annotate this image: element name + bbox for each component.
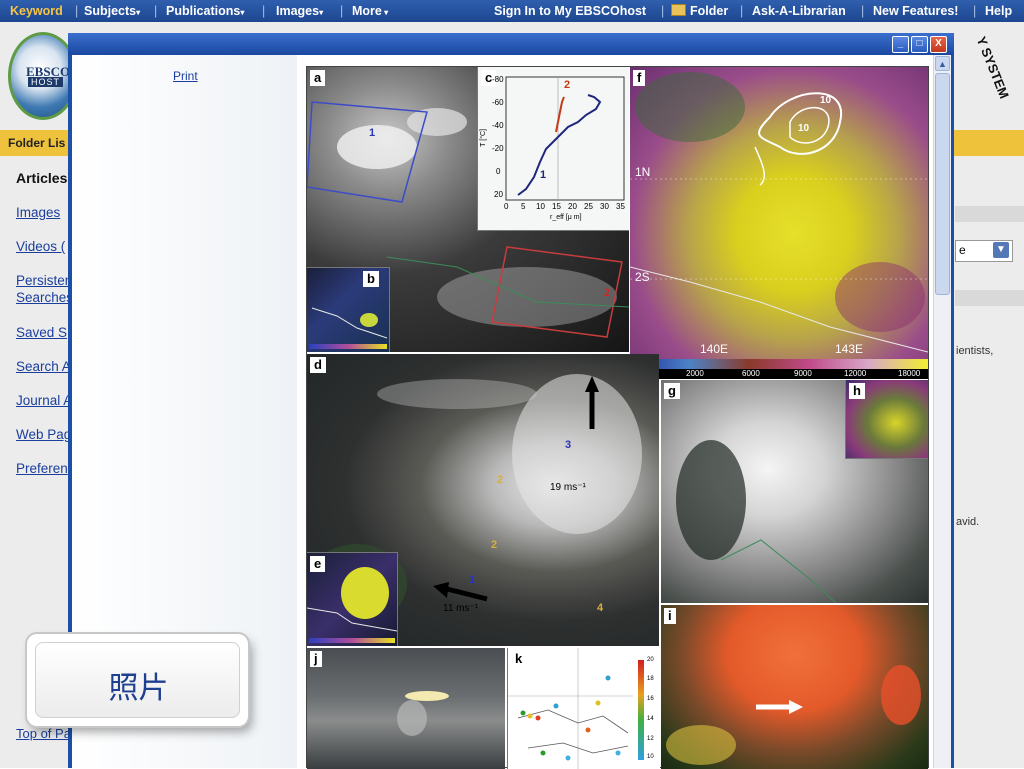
folder-icon (671, 4, 686, 16)
logo-sub: HOST (28, 77, 64, 87)
photo-label: 照片 (108, 671, 169, 706)
scroll-up-button[interactable]: ▲ (935, 56, 950, 71)
panel-k-plot (508, 648, 644, 769)
panel-d-speed: 19 ms⁻¹ (550, 482, 586, 493)
panel-f-lat-label: 2S (635, 270, 650, 284)
nav-more[interactable]: More ▾ (352, 4, 388, 18)
scrollbar-thumb[interactable] (935, 73, 950, 295)
panel-a-number: 1 (369, 127, 376, 139)
side-link-videos[interactable]: Videos ( (16, 239, 65, 254)
minimize-button[interactable]: _ (892, 36, 909, 53)
panel-f-lon-label: 143E (835, 342, 864, 356)
panel-f-contour-label: 10 (820, 95, 832, 106)
side-link-journal[interactable]: Journal A (16, 393, 72, 408)
photo-label-box: 照片 (27, 634, 248, 726)
nav-keyword[interactable]: Keyword (10, 4, 63, 18)
panel-f-colorbar-ticks: 0 2000 6000 9000 12000 18000 (630, 369, 928, 379)
panel-c: c -80 -60 -40 -20 0 20 0 5 10 15 20 25 3… (477, 67, 629, 231)
panel-label-d: d (310, 357, 326, 373)
nav-subjects[interactable]: Subjects▾ (84, 4, 140, 18)
panel-c-curve-label: 2 (564, 79, 571, 91)
nav-ask-a-librarian[interactable]: Ask-A-Librarian (752, 4, 846, 18)
side-link-persistent[interactable]: Persisten (16, 273, 72, 288)
side-link-images[interactable]: Images (16, 205, 60, 220)
side-link-saved[interactable]: Saved S (16, 325, 67, 340)
panel-f-overlay (630, 72, 928, 369)
panel-d-number: 2 (497, 474, 504, 486)
panel-f-contour-label: 10 (798, 123, 810, 134)
panel-b: b (307, 267, 390, 352)
panel-f-lat-label: 1N (635, 165, 651, 179)
side-link-searches[interactable]: Searches (16, 290, 73, 305)
nav-new-features[interactable]: New Features! (873, 4, 958, 18)
popup-scrollbar[interactable]: ▲ (933, 55, 951, 768)
panel-d-number: 1 (469, 574, 476, 586)
panel-i-overlay (666, 665, 921, 765)
panel-k: k 20 18 16 14 12 10 (507, 648, 660, 769)
maximize-button[interactable]: □ (911, 36, 928, 53)
popup-titlebar[interactable]: _ □ X (68, 33, 954, 55)
panel-label-k: k (511, 651, 527, 667)
panel-d-number: 4 (597, 602, 604, 614)
side-link-web-pages[interactable]: Web Pag (16, 427, 71, 442)
chevron-down-icon[interactable]: ▼ (993, 242, 1009, 258)
articles-heading: Articles (16, 170, 68, 186)
panel-a-number: 2 (604, 287, 611, 299)
top-nav: Keyword | Subjects▾ | Publications▾ | Im… (0, 0, 1024, 22)
panel-label-b: b (363, 271, 379, 287)
panel-label-e: e (310, 556, 326, 572)
panel-c-ylabel: T [°C] (480, 129, 487, 147)
panel-label-j: j (310, 651, 322, 667)
right-bar (955, 290, 1024, 306)
panel-d-number: 2 (491, 539, 498, 551)
close-button[interactable]: X (930, 36, 947, 53)
right-text: ientists, (956, 345, 994, 357)
panel-label-h: h (849, 383, 865, 399)
nav-folder[interactable]: Folder (671, 4, 728, 18)
top-of-page-link[interactable]: Top of Pa (16, 726, 71, 741)
panel-c-curve-label: 1 (540, 169, 547, 181)
nav-help[interactable]: Help (985, 4, 1012, 18)
panel-f-lon-label: 140E (700, 342, 729, 356)
panel-label-f: f (633, 70, 646, 86)
nav-images[interactable]: Images▾ (276, 4, 323, 18)
side-link-search-alerts[interactable]: Search A (16, 359, 71, 374)
folder-list-label[interactable]: Folder Lis (8, 136, 65, 150)
panel-j-overlay (397, 691, 449, 736)
panel-d: d 19 ms⁻¹ 11 ms⁻¹ 1 2 2 3 4 e (307, 354, 659, 646)
photo-label-inner: 照片 (35, 642, 240, 718)
panel-h: h (845, 380, 928, 459)
panel-d-number: 3 (565, 439, 572, 451)
panel-j: j (307, 648, 505, 769)
panel-label-g: g (664, 383, 680, 399)
panel-a: a 1 2 c -80 -60 -40 -20 0 20 0 5 10 15 2… (307, 67, 629, 352)
panel-f: f 10 10 1N 2S 140E 143E (630, 67, 928, 369)
right-text: avid. (956, 516, 980, 528)
panel-label-i: i (664, 608, 676, 624)
composite-figure: a 1 2 c -80 -60 -40 -20 0 20 0 5 10 15 2… (306, 66, 929, 769)
panel-c-xlabel: r_eff [μ m] (550, 214, 582, 221)
right-bar (955, 206, 1024, 222)
panel-e: e (307, 552, 398, 646)
panel-i: i (661, 605, 928, 769)
nav-publications[interactable]: Publications▾ (166, 4, 244, 18)
panel-label-a: a (310, 70, 326, 86)
panel-d-speed: 11 ms⁻¹ (443, 603, 479, 614)
nav-sign-in[interactable]: Sign In to My EBSCOhost (494, 4, 646, 18)
side-link-preferences[interactable]: Preferen (16, 461, 68, 476)
print-link[interactable]: Print (173, 69, 198, 83)
panel-g: g h (661, 380, 928, 603)
